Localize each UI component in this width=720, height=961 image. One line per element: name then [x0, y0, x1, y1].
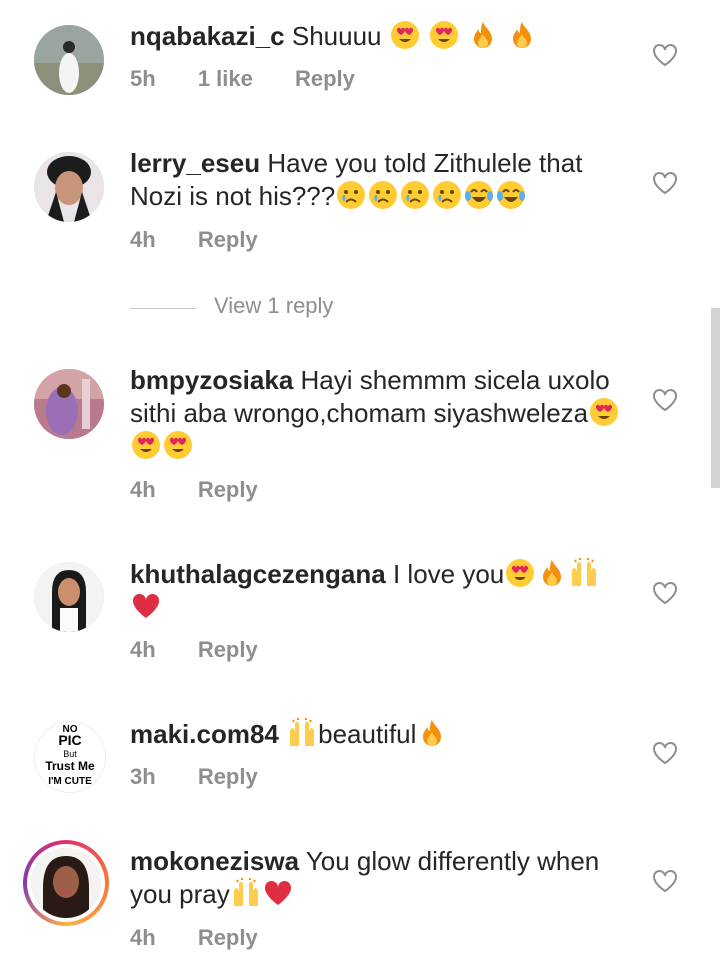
crying-face-emoji-icon [400, 180, 430, 210]
avatar[interactable] [31, 848, 101, 918]
heart-eyes-emoji-icon [429, 20, 459, 50]
comment-body: maki.com84 beautiful [130, 718, 630, 751]
fire-emoji-icon [537, 558, 567, 588]
comment-time: 3h [130, 764, 156, 789]
avatar-image [34, 152, 104, 222]
reply-button[interactable]: Reply [198, 925, 258, 950]
comment-body: bmpyzosiaka Hayi shemmm sicela uxolo sit… [130, 364, 630, 463]
comment-username[interactable]: khuthalagcezengana [130, 559, 386, 589]
comment-username[interactable]: bmpyzosiaka [130, 365, 293, 395]
avatar-text-but: But [63, 749, 77, 759]
scrollbar[interactable] [711, 308, 720, 488]
fire-emoji-icon [468, 20, 498, 50]
raising-hands-emoji-icon [569, 558, 599, 588]
reply-button[interactable]: Reply [198, 227, 258, 252]
heart-eyes-emoji-icon [163, 430, 193, 460]
like-heart-icon[interactable] [652, 170, 678, 196]
red-heart-emoji-icon [263, 878, 293, 908]
like-heart-icon[interactable] [652, 580, 678, 606]
heart-eyes-emoji-icon [131, 430, 161, 460]
like-heart-icon[interactable] [652, 868, 678, 894]
comment-meta: 4h Reply [130, 637, 294, 663]
comment-text: beautiful [318, 719, 417, 749]
avatar[interactable]: NO PIC But Trust Me I'M CUTE [34, 721, 106, 793]
crying-face-emoji-icon [336, 180, 366, 210]
tears-of-joy-emoji-icon [496, 180, 526, 210]
reply-button[interactable]: Reply [295, 66, 355, 91]
view-replies-button[interactable]: View 1 reply [214, 293, 333, 319]
tears-of-joy-emoji-icon [464, 180, 494, 210]
fire-emoji-icon [507, 20, 537, 50]
comment-meta: 4h Reply [130, 925, 294, 951]
comment-time: 5h [130, 66, 156, 91]
comment-text: Shuuuu [291, 21, 382, 51]
comment-meta: 4h Reply [130, 227, 294, 253]
comment-username[interactable]: maki.com84 [130, 719, 279, 749]
like-heart-icon[interactable] [652, 387, 678, 413]
comment-username[interactable]: lerry_eseu [130, 148, 260, 178]
comment-meta: 4h Reply [130, 477, 294, 503]
avatar-image [34, 369, 104, 439]
comment-time: 4h [130, 227, 156, 252]
avatar[interactable] [34, 152, 104, 222]
red-heart-emoji-icon [131, 591, 161, 621]
view-replies-divider [130, 308, 196, 309]
like-heart-icon[interactable] [652, 42, 678, 68]
comment-meta: 3h Reply [130, 764, 294, 790]
avatar-text-cute: I'M CUTE [48, 776, 92, 787]
raising-hands-emoji-icon [287, 718, 317, 748]
like-heart-icon[interactable] [652, 740, 678, 766]
avatar-image [34, 25, 104, 95]
avatar-image [31, 848, 101, 918]
avatar[interactable] [34, 25, 104, 95]
comment-meta: 5h 1 like Reply [130, 66, 391, 92]
heart-eyes-emoji-icon [390, 20, 420, 50]
comment-time: 4h [130, 925, 156, 950]
avatar-image: NO PIC But Trust Me I'M CUTE [35, 722, 105, 792]
fire-emoji-icon [417, 718, 447, 748]
reply-button[interactable]: Reply [198, 477, 258, 502]
comment-time: 4h [130, 477, 156, 502]
crying-face-emoji-icon [368, 180, 398, 210]
avatar-text-trust: Trust Me [45, 759, 95, 773]
comment-time: 4h [130, 637, 156, 662]
comment-body: mokoneziswa You glow differently when yo… [130, 845, 630, 911]
comment-body: lerry_eseu Have you told Zithulele that … [130, 147, 630, 213]
reply-button[interactable]: Reply [198, 764, 258, 789]
comment-username[interactable]: nqabakazi_c [130, 21, 285, 51]
heart-eyes-emoji-icon [505, 558, 535, 588]
comment-username[interactable]: mokoneziswa [130, 846, 299, 876]
avatar-image [34, 562, 104, 632]
crying-face-emoji-icon [432, 180, 462, 210]
raising-hands-emoji-icon [231, 878, 261, 908]
avatar[interactable] [34, 562, 104, 632]
reply-button[interactable]: Reply [198, 637, 258, 662]
comment-body: khuthalagcezengana I love you [130, 558, 630, 624]
comment-text: I love you [392, 559, 505, 589]
comment-body: nqabakazi_c Shuuuu [130, 20, 630, 53]
heart-eyes-emoji-icon [589, 397, 619, 427]
avatar[interactable] [34, 369, 104, 439]
avatar-text-pic: PIC [58, 732, 81, 748]
comment-likes-link[interactable]: 1 like [198, 66, 253, 91]
